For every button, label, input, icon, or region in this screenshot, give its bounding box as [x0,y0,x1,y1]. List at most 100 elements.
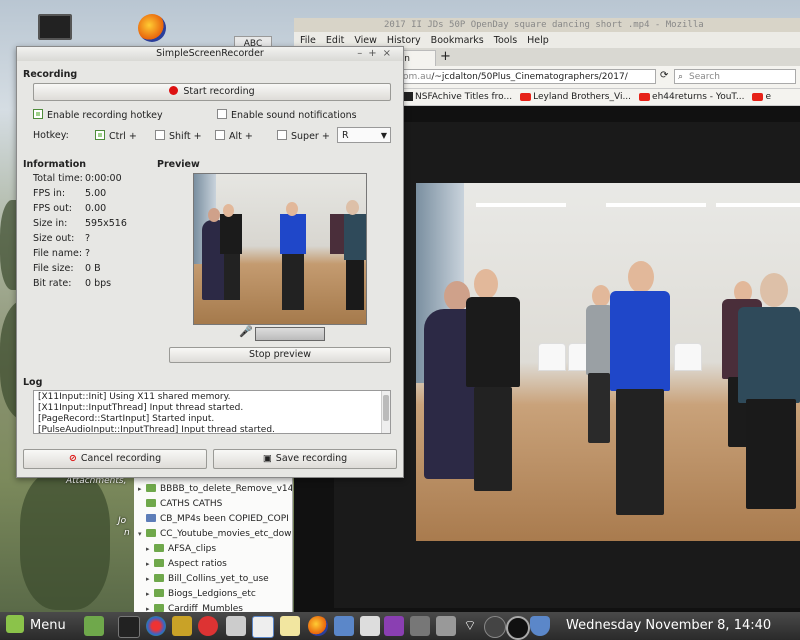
folder-icon [146,499,156,507]
updates-icon[interactable] [484,616,506,638]
menu-history[interactable]: History [387,35,421,46]
ceiling-light [716,203,800,207]
menu-view[interactable]: View [354,35,377,46]
checkbox-checked-icon [95,130,105,140]
cancel-icon: ⊘ [68,453,77,464]
document-icon[interactable] [334,616,354,636]
checkbox-unchecked-icon [277,130,287,140]
log-line: [PageRecord::StartInput] Started input. [38,414,215,424]
folder-icon [154,574,164,582]
reload-icon[interactable]: ⟳ [660,70,668,81]
list-item[interactable]: CB_MP4s been COPIED_COPI [134,512,292,527]
log-scrollbar[interactable] [381,391,390,433]
log-line: [X11Input::InputThread] Input thread sta… [38,403,244,413]
alt-checkbox[interactable]: Alt + [215,130,253,142]
bookmark-item[interactable]: Leyland Brothers_Vi... [520,92,631,102]
desktop-text: n [124,528,130,538]
recording-section-label: Recording [23,69,78,80]
ctrl-checkbox[interactable]: Ctrl + [95,130,137,142]
workspace-icon[interactable] [384,616,404,636]
terminal-icon[interactable] [118,616,140,638]
stop-preview-button[interactable]: Stop preview [169,347,391,363]
audio-level-meter [255,327,325,341]
chair [538,343,566,371]
youtube-icon [752,92,764,101]
chrome-icon[interactable] [146,616,166,636]
show-desktop-icon[interactable] [84,616,104,636]
start-recording-button[interactable]: Start recording [33,83,391,101]
volume-icon[interactable] [436,616,456,636]
list-item[interactable]: ▸ AFSA_clips [134,542,292,557]
folder-icon [146,484,156,492]
scrollbar-thumb[interactable] [383,395,389,421]
info-fps-in: FPS in: 5.00 [33,188,107,199]
list-item[interactable]: ▾ CC_Youtube_movies_etc_down [134,527,292,542]
search-icon: ⌕ [678,72,684,82]
list-item[interactable]: CATHS CATHS [134,497,292,512]
folder-icon [154,589,164,597]
list-item[interactable]: ▸ Aspect ratios [134,557,292,572]
mint-logo-icon [6,615,24,633]
youtube-icon [520,92,532,101]
search-box[interactable]: ⌕ Search [674,69,796,84]
hotkey-key-select[interactable]: R ▼ [337,127,391,143]
url-bar[interactable]: om.au/~jcdalton/50Plus_Cinematographers/… [394,69,656,84]
menu-file[interactable]: File [300,35,316,46]
super-checkbox[interactable]: Super + [277,130,330,142]
save-recording-button[interactable]: ▣ Save recording [213,449,397,469]
ceiling-light [606,203,706,207]
enable-hotkey-checkbox[interactable]: Enable recording hotkey [33,109,163,121]
firefox-icon [138,14,166,42]
menu-help[interactable]: Help [527,35,549,46]
list-item[interactable]: ▸ BBBB_to_delete_Remove_v14 [134,482,292,497]
info-total-time: Total time: 0:00:00 [33,173,122,184]
power-icon[interactable] [506,616,530,640]
list-item[interactable]: ▸ Biogs_Ledgions_etc [134,587,292,602]
menu-tools[interactable]: Tools [494,35,517,46]
firefox-icon[interactable] [308,616,328,636]
menu-edit[interactable]: Edit [326,35,344,46]
list-item[interactable]: ▸ Cardiff_Mumbles [134,602,292,612]
new-tab-button[interactable]: + [440,48,451,66]
window-titlebar[interactable]: SimpleScreenRecorder –+× [17,47,403,61]
folder-icon [154,604,164,612]
info-file-size: File size: 0 B [33,263,101,274]
page-icon [404,92,413,101]
computer-desktop-icon[interactable] [38,14,72,40]
url-path: /~jcdalton/50Plus_Cinematographers/2017/ [431,72,628,82]
gear-icon[interactable] [226,616,246,636]
info-size-out: Size out:? [33,233,91,244]
text-editor-icon[interactable] [280,616,300,636]
info-bit-rate: Bit rate: 0 bps [33,278,112,289]
enable-sound-checkbox[interactable]: Enable sound notifications [217,109,357,121]
window-title: SimpleScreenRecorder [156,48,264,59]
checkbox-unchecked-icon [215,130,225,140]
window-controls[interactable]: –+× [357,47,397,61]
folder-icon [154,559,164,567]
log-output[interactable]: [X11Input::Init] Using X11 shared memory… [33,390,391,434]
screen-recorder-icon[interactable] [252,616,274,638]
menu-bookmarks[interactable]: Bookmarks [431,35,484,46]
shift-checkbox[interactable]: Shift + [155,130,202,142]
video-editor-icon[interactable] [172,616,192,636]
bookmark-item[interactable]: NSFAchive Titles fro... [404,92,512,102]
simplescreenrecorder-window: SimpleScreenRecorder –+× Recording Start… [16,46,404,478]
folder-icon [146,514,156,522]
shield-icon[interactable] [530,616,550,636]
clock[interactable]: Wednesday November 8, 14:40 [566,612,771,640]
video-player[interactable] [416,183,800,541]
user-icon[interactable] [410,616,430,636]
media-app-icon[interactable] [198,616,218,636]
taskbar: Menu ⌔ Wednesday November 8, 14:40 [0,612,800,640]
info-file-name: File name:? [33,248,91,259]
list-item[interactable]: ▸ Bill_Collins_yet_to_use [134,572,292,587]
wifi-icon[interactable]: ⌔ [460,616,480,636]
cancel-recording-button[interactable]: ⊘ Cancel recording [23,449,207,469]
clapperboard-icon[interactable] [360,616,380,636]
chair [674,343,702,371]
firefox-desktop-icon[interactable] [138,14,166,42]
bookmark-item[interactable]: eh44returns - YouT... [639,92,744,102]
menu-button[interactable]: Menu [2,614,66,638]
ceiling-light [476,203,566,207]
bookmark-item[interactable]: e [752,92,771,102]
